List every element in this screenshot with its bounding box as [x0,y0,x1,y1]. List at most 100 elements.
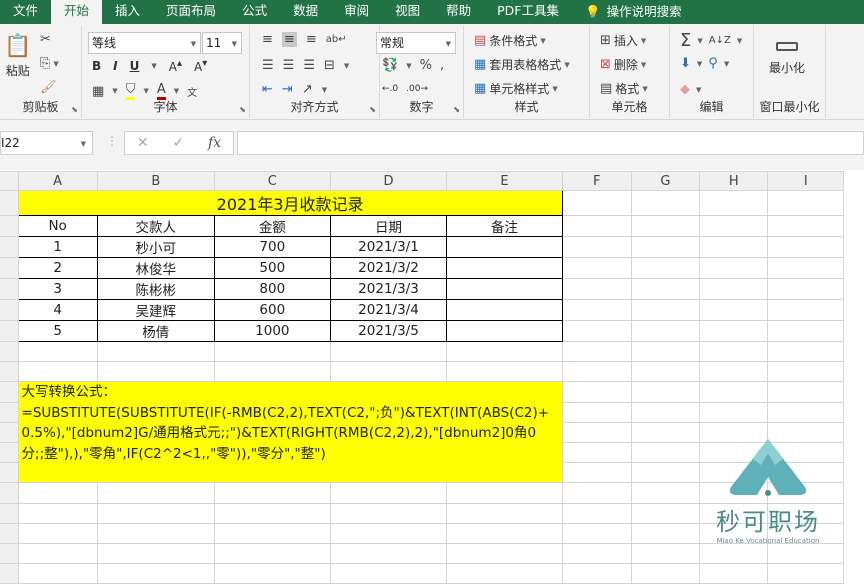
empty-cell[interactable] [17,522,98,544]
empty-cell[interactable] [630,401,701,423]
align-top-icon[interactable]: ≡ [262,32,273,47]
empty-cell[interactable] [630,522,701,544]
empty-cell[interactable] [446,542,563,565]
formula-input[interactable] [237,131,864,155]
name-box[interactable]: I22 ▼ [0,131,93,155]
empty-cell[interactable] [699,278,769,300]
empty-cell[interactable] [96,361,215,383]
empty-cell[interactable] [561,462,632,484]
data-cell[interactable]: 2 [17,257,98,279]
empty-cell[interactable] [767,257,844,279]
empty-cell[interactable] [561,278,632,300]
empty-cell[interactable] [699,257,769,279]
empty-cell[interactable] [329,361,448,383]
empty-cell[interactable] [630,340,701,363]
data-cell[interactable]: 1000 [213,320,331,342]
empty-cell[interactable] [329,542,448,565]
tab-4[interactable]: 公式 [229,0,280,24]
title-cell[interactable]: 2021年3月收款记录 [17,190,563,216]
column-header[interactable]: G [630,171,701,191]
column-header[interactable]: F [561,171,632,191]
data-cell[interactable]: 2021/3/2 [329,257,448,279]
empty-cell[interactable] [446,522,563,544]
empty-cell[interactable] [630,361,701,383]
row-header[interactable]: 1 [0,190,19,216]
empty-cell[interactable] [561,257,632,279]
empty-cell[interactable] [767,563,844,584]
align-right-icon[interactable]: ☰ [303,58,315,73]
empty-cell[interactable] [630,482,701,504]
empty-cell[interactable] [561,421,632,443]
column-header[interactable]: I [767,171,844,191]
percent-icon[interactable]: % [420,58,432,73]
copy-button[interactable]: ⎘ ▼ [40,56,59,71]
decrease-indent-icon[interactable]: ⇤ [262,82,273,97]
empty-cell[interactable] [561,401,632,423]
column-header[interactable]: E [446,171,563,191]
decrease-decimal-icon[interactable]: .00→ [406,84,428,94]
align-left-icon[interactable]: ☰ [262,58,274,73]
empty-cell[interactable] [561,563,632,584]
data-cell[interactable] [446,278,563,300]
grow-font-button[interactable]: A▴ [169,58,182,74]
find-icon[interactable]: ⚲ [708,56,718,71]
sort-filter-icon[interactable]: A↓Z [709,35,731,46]
tab-0[interactable]: 文件 [0,0,51,24]
empty-cell[interactable] [561,361,632,383]
row-header[interactable]: 6 [0,299,19,321]
data-cell[interactable]: 吴建辉 [96,299,215,321]
empty-cell[interactable] [329,502,448,524]
empty-cell[interactable] [767,381,844,403]
comma-icon[interactable]: , [440,58,444,73]
header-cell[interactable]: 日期 [329,215,448,237]
enter-icon[interactable]: ✓ [172,135,184,151]
empty-cell[interactable] [699,215,769,237]
data-cell[interactable]: 3 [17,278,98,300]
empty-cell[interactable] [561,542,632,565]
empty-cell[interactable] [767,542,844,565]
data-cell[interactable]: 500 [213,257,331,279]
empty-cell[interactable] [17,340,98,363]
empty-cell[interactable] [630,421,701,443]
data-cell[interactable]: 600 [213,299,331,321]
data-cell[interactable]: 700 [213,236,331,258]
tab-7[interactable]: 视图 [382,0,433,24]
empty-cell[interactable] [699,190,769,216]
data-cell[interactable]: 4 [17,299,98,321]
empty-cell[interactable] [767,361,844,383]
border-icon[interactable]: ▦ [92,84,104,99]
increase-decimal-icon[interactable]: ←.0 [382,84,398,94]
data-cell[interactable]: 800 [213,278,331,300]
column-header[interactable]: H [699,171,769,191]
empty-cell[interactable] [630,215,701,237]
format-painter-button[interactable]: 🖌 [40,80,57,95]
row-header[interactable]: 13 [0,441,19,464]
empty-cell[interactable] [699,340,769,363]
format-cells-button[interactable]: ▤ 格式 ▼ [600,80,648,97]
empty-cell[interactable] [561,190,632,216]
row-header[interactable]: 17 [0,522,19,544]
fill-icon[interactable]: ⬇ [680,56,691,71]
align-bottom-icon[interactable]: ≡ [306,32,317,47]
row-header[interactable]: 19 [0,563,19,584]
data-cell[interactable]: 林俊华 [96,257,215,279]
empty-cell[interactable] [213,542,331,565]
empty-cell[interactable] [17,542,98,565]
empty-cell[interactable] [767,320,844,342]
empty-cell[interactable] [561,215,632,237]
row-header[interactable]: 15 [0,482,19,504]
empty-cell[interactable] [17,563,98,584]
empty-cell[interactable] [630,462,701,484]
empty-cell[interactable] [767,236,844,258]
empty-cell[interactable] [767,278,844,300]
data-cell[interactable]: 2021/3/3 [329,278,448,300]
empty-cell[interactable] [767,299,844,321]
empty-cell[interactable] [96,563,215,584]
row-header[interactable]: 14 [0,462,19,484]
tell-me-search[interactable]: 💡 操作说明搜索 [572,0,695,24]
column-header[interactable]: B [96,171,215,191]
empty-cell[interactable] [17,361,98,383]
data-cell[interactable] [446,257,563,279]
tab-2[interactable]: 插入 [102,0,153,24]
empty-cell[interactable] [329,340,448,363]
